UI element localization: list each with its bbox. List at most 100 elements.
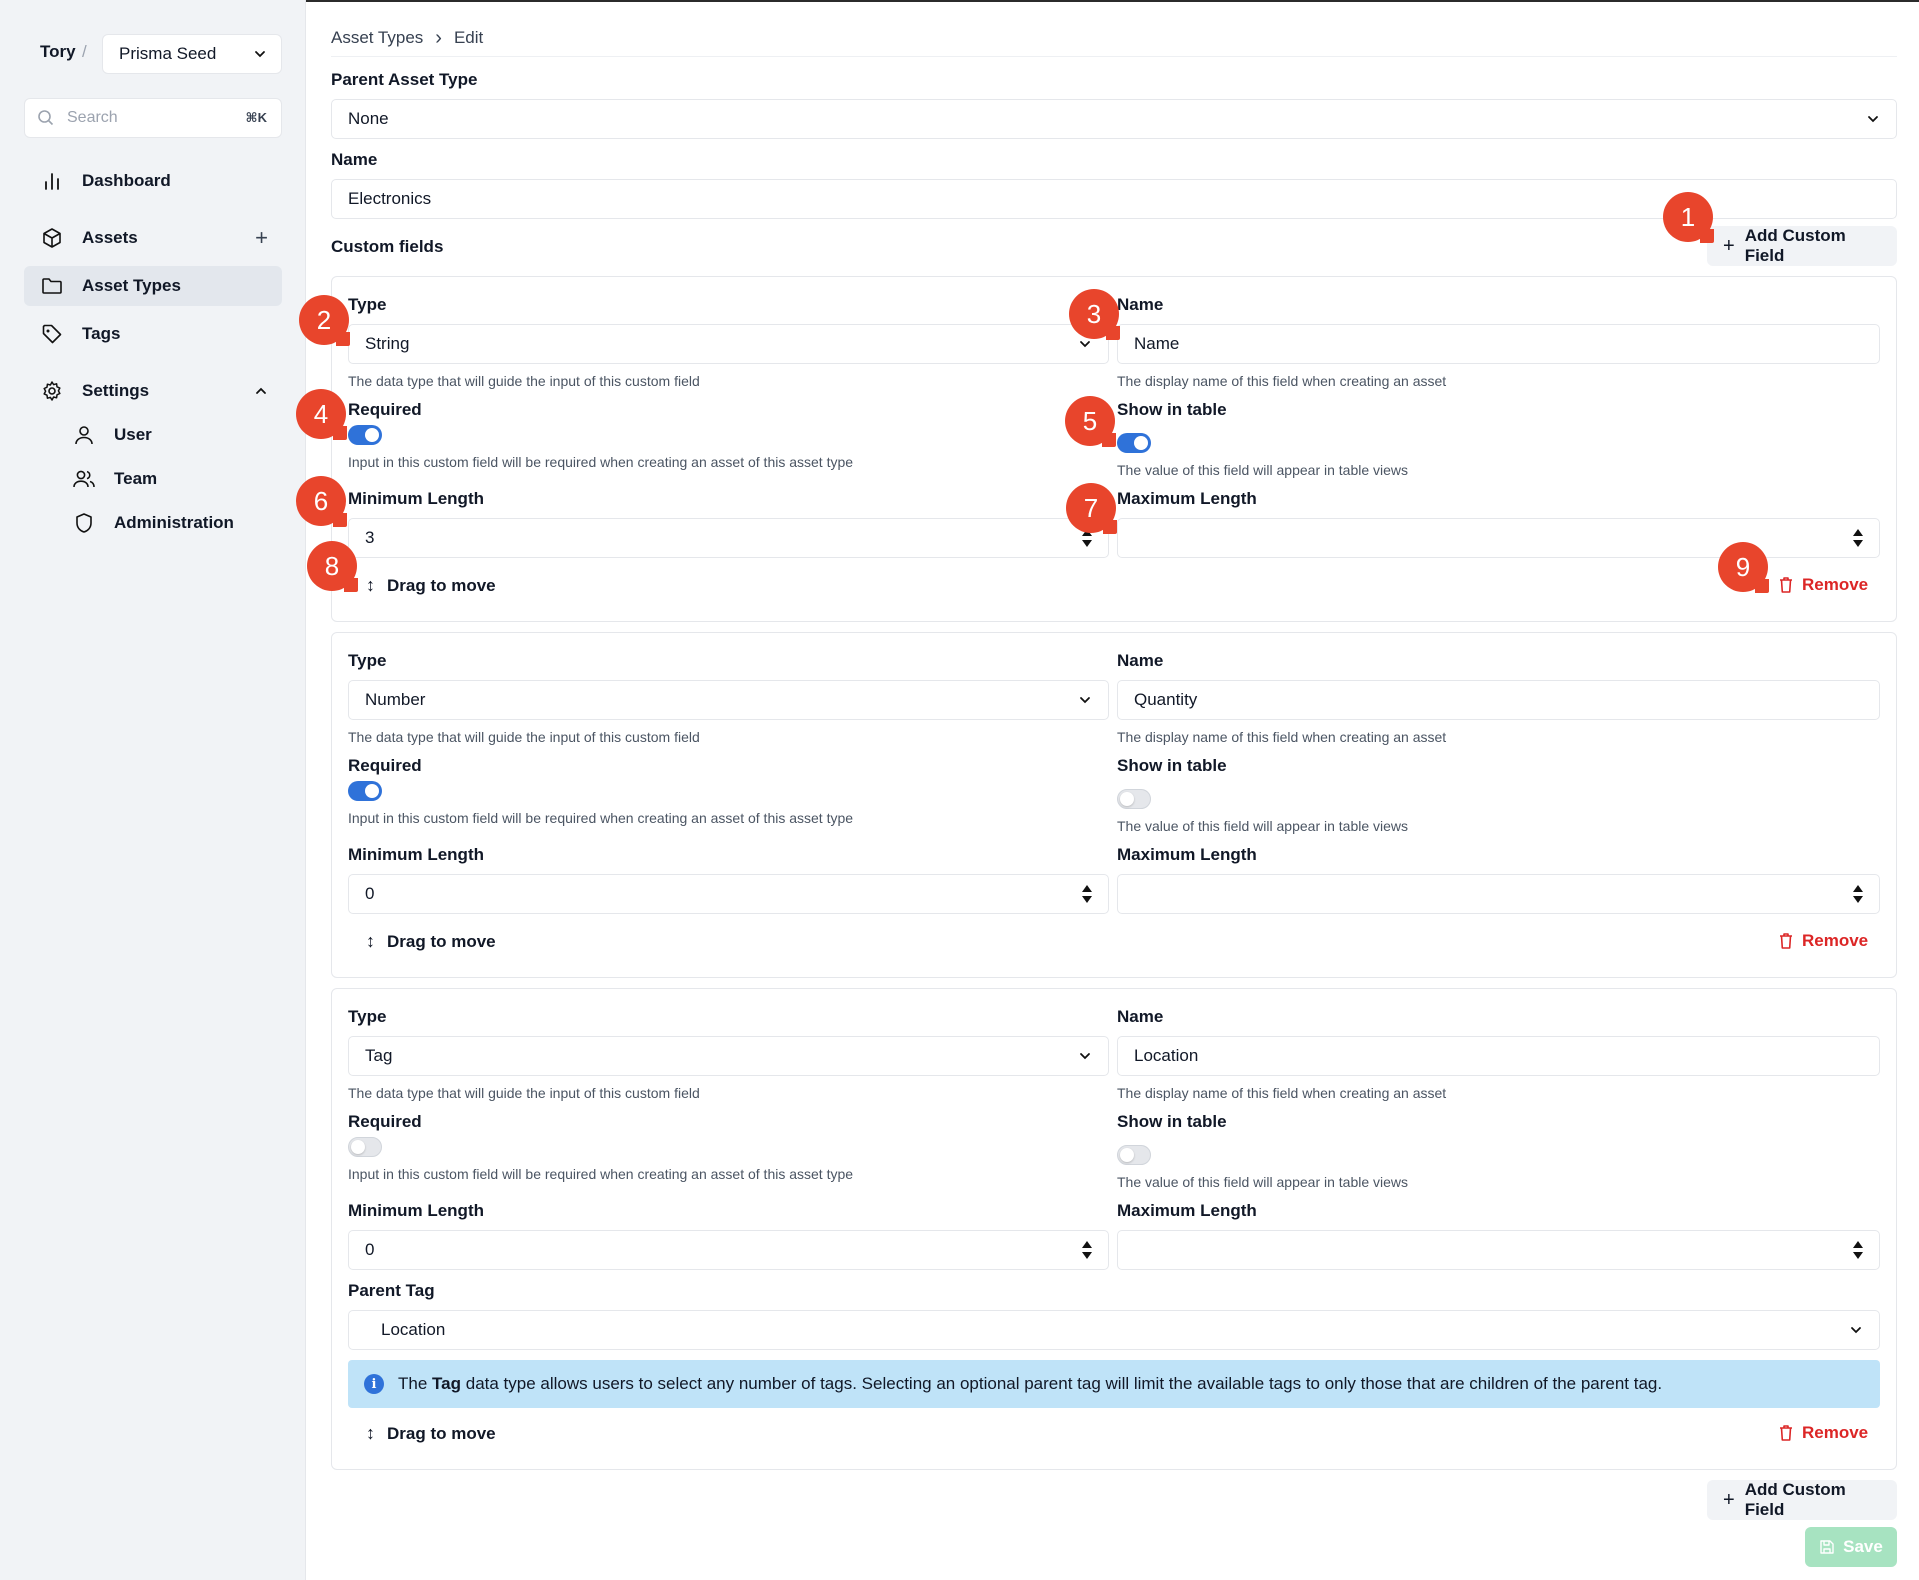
drag-vertical-icon: ↕ — [366, 575, 375, 595]
sidebar-item-dashboard[interactable]: Dashboard — [24, 161, 282, 201]
org-separator: / — [82, 42, 87, 61]
number-stepper[interactable] — [1853, 1241, 1863, 1259]
search-input[interactable]: Search ⌘K — [24, 98, 282, 138]
custom-field-card: Type Tag The data type that will guide t… — [331, 988, 1897, 1470]
sidebar-item-team[interactable]: Team — [56, 459, 282, 499]
show-in-table-label: Show in table — [1117, 400, 1227, 419]
parent-tag-label: Parent Tag — [348, 1281, 435, 1300]
min-length-input[interactable]: 0 — [348, 874, 1109, 914]
user-icon — [72, 423, 96, 447]
drag-label: Drag to move — [387, 575, 496, 595]
callout-marker: 3 — [1069, 289, 1120, 340]
drag-label: Drag to move — [387, 931, 496, 951]
sidebar-item-administration[interactable]: Administration — [56, 503, 282, 543]
show-in-table-toggle[interactable] — [1117, 433, 1151, 453]
number-stepper[interactable] — [1853, 885, 1863, 903]
number-stepper[interactable] — [1853, 529, 1863, 547]
parent-tag-value: Location — [381, 1320, 446, 1339]
sidebar-item-tags[interactable]: Tags — [24, 314, 282, 354]
number-stepper[interactable] — [1082, 1241, 1092, 1259]
number-stepper[interactable] — [1082, 885, 1092, 903]
type-select[interactable]: Number — [348, 680, 1109, 720]
sidebar-item-user[interactable]: User — [56, 415, 282, 455]
type-help-text: The data type that will guide the input … — [348, 373, 700, 389]
custom-field-card: Type Number The data type that will guid… — [331, 632, 1897, 978]
custom-fields-heading: Custom fields — [331, 237, 444, 256]
required-toggle[interactable] — [348, 425, 382, 445]
project-select[interactable]: Prisma Seed — [102, 34, 282, 74]
remove-field-button[interactable]: Remove — [1778, 931, 1868, 951]
show-in-table-label: Show in table — [1117, 1112, 1227, 1131]
add-custom-field-button-bottom[interactable]: + Add Custom Field — [1707, 1480, 1897, 1520]
tag-info-prefix: The — [398, 1374, 428, 1393]
type-select[interactable]: String — [348, 324, 1109, 364]
sidebar-item-label: Asset Types — [82, 276, 181, 295]
sidebar-item-label: Tags — [82, 324, 121, 343]
sidebar-item-asset-types[interactable]: Asset Types — [24, 266, 282, 306]
callout-marker: 8 — [307, 541, 358, 592]
drag-handle[interactable]: ↕ Drag to move — [366, 931, 496, 952]
name-label: Name — [331, 150, 378, 169]
chevron-down-icon — [1078, 337, 1092, 351]
breadcrumb-current: Edit — [453, 28, 484, 47]
add-asset-button[interactable]: + — [255, 225, 268, 251]
sidebar-item-settings[interactable]: Settings — [24, 371, 282, 411]
shield-icon — [72, 511, 96, 535]
field-name-input[interactable]: Name — [1117, 324, 1880, 364]
callout-number: 7 — [1083, 492, 1099, 523]
type-select[interactable]: Tag — [348, 1036, 1109, 1076]
min-length-input[interactable]: 3 — [348, 518, 1109, 558]
min-length-label: Minimum Length — [348, 845, 484, 864]
trash-icon — [1780, 1425, 1792, 1441]
field-name-input[interactable]: Quantity — [1117, 680, 1880, 720]
search-shortcut: ⌘K — [245, 110, 267, 125]
callout-number: 6 — [313, 485, 329, 516]
max-length-input[interactable] — [1117, 518, 1880, 558]
parent-tag-select[interactable]: Location — [348, 1310, 1880, 1350]
bar-chart-icon — [40, 169, 64, 193]
drag-handle[interactable]: ↕ Drag to move — [366, 575, 496, 596]
show-in-table-toggle[interactable] — [1117, 789, 1151, 809]
max-length-input[interactable] — [1117, 874, 1880, 914]
sidebar-item-label: Assets — [82, 228, 138, 247]
chevron-down-icon — [255, 51, 265, 58]
callout-marker: 4 — [296, 389, 347, 440]
breadcrumb-asset-types[interactable]: Asset Types — [331, 28, 423, 48]
max-length-input[interactable] — [1117, 1230, 1880, 1270]
parent-asset-type-label: Parent Asset Type — [331, 70, 478, 89]
drag-handle[interactable]: ↕ Drag to move — [366, 1423, 496, 1444]
callout-number: 4 — [313, 398, 329, 429]
remove-field-button[interactable]: Remove — [1778, 1423, 1868, 1443]
chevron-down-icon — [1866, 112, 1880, 126]
callout-number: 2 — [316, 304, 332, 335]
drag-vertical-icon: ↕ — [366, 1423, 375, 1443]
callout-number: 5 — [1082, 405, 1098, 436]
show-in-table-toggle[interactable] — [1117, 1145, 1151, 1165]
org-name[interactable]: Tory — [40, 42, 76, 62]
required-label: Required — [348, 756, 422, 775]
add-custom-field-button[interactable]: + Add Custom Field — [1707, 226, 1897, 266]
min-length-input[interactable]: 0 — [348, 1230, 1109, 1270]
sidebar-item-assets[interactable]: Assets + — [24, 218, 282, 258]
required-toggle[interactable] — [348, 1137, 382, 1157]
required-help-text: Input in this custom field will be requi… — [348, 810, 854, 826]
field-name-input[interactable]: Location — [1117, 1036, 1880, 1076]
remove-field-button[interactable]: Remove — [1778, 575, 1868, 595]
tag-icon — [40, 322, 64, 346]
field-name-label: Name — [1117, 1007, 1164, 1026]
callout-marker: 2 — [299, 295, 350, 346]
sidebar-item-label: User — [114, 425, 152, 444]
info-icon: i — [364, 1374, 384, 1394]
required-toggle[interactable] — [348, 781, 382, 801]
asset-type-name-input[interactable]: Electronics — [331, 179, 1897, 219]
chevron-down-icon — [1078, 1049, 1092, 1063]
save-label: Save — [1843, 1537, 1883, 1556]
parent-asset-type-select[interactable]: None — [331, 99, 1897, 139]
trash-icon — [1780, 577, 1792, 593]
breadcrumb-divider — [331, 56, 1897, 57]
chevron-up-icon[interactable] — [254, 384, 268, 398]
save-button[interactable]: Save — [1805, 1527, 1897, 1567]
callout-marker: 7 — [1066, 483, 1117, 534]
gear-icon — [40, 379, 64, 403]
save-icon — [1820, 1540, 1834, 1554]
